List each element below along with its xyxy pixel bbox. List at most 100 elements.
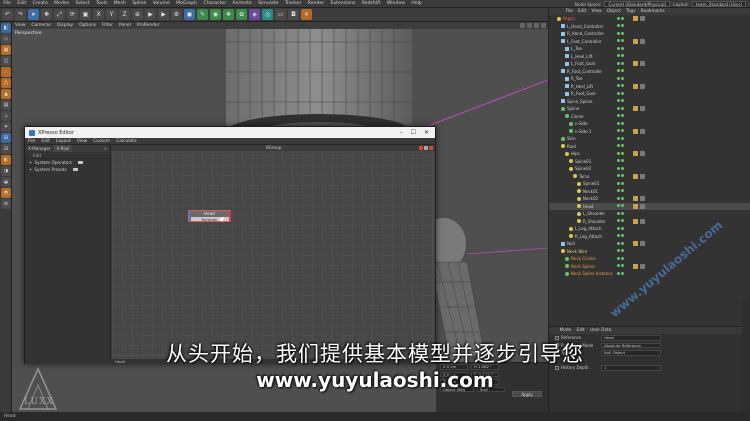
floor-icon[interactable]: ▭ <box>275 9 286 20</box>
pin-group-icon[interactable] <box>424 145 428 150</box>
menu-tools[interactable]: Tools <box>93 1 111 6</box>
menu-edit[interactable]: Edit <box>14 1 29 6</box>
menu-animate[interactable]: Animate <box>229 1 255 6</box>
x-axis-icon[interactable]: X <box>93 9 104 20</box>
menu-extensions[interactable]: Extensions <box>327 1 358 6</box>
object-tags[interactable] <box>633 38 645 44</box>
visibility-dots[interactable] <box>617 204 624 207</box>
object-row[interactable]: Neck01 <box>549 188 750 196</box>
visibility-dots[interactable] <box>617 114 624 117</box>
viewport-menu-display[interactable]: Display <box>54 23 76 28</box>
enable-axis-icon[interactable]: ◓ <box>1 188 11 198</box>
model-mode-icon[interactable]: ◇ <box>1 34 11 44</box>
object-tags[interactable] <box>633 196 645 201</box>
pen-icon[interactable]: ✎ <box>197 9 208 20</box>
search-icon[interactable]: ⌕ <box>104 146 107 152</box>
expand-icon[interactable]: + <box>29 160 33 165</box>
menu-simulate[interactable]: Simulate <box>255 1 282 6</box>
menu-window[interactable]: Window <box>384 1 409 6</box>
object-row[interactable]: Root <box>549 143 750 151</box>
object-row[interactable]: Spine_Spline <box>549 98 750 106</box>
xpresso-menu-custom[interactable]: Custom <box>90 139 113 144</box>
visibility-dots[interactable] <box>617 219 624 222</box>
planar-workplane-icon[interactable]: ◐ <box>1 155 11 165</box>
attribute-menu-user-data[interactable]: User Data <box>587 328 614 333</box>
visibility-dots[interactable] <box>617 241 624 245</box>
menu-spline[interactable]: Spline <box>129 1 150 6</box>
viewport-menu-filter[interactable]: Filter <box>99 23 116 28</box>
menu-file[interactable]: File <box>0 1 14 6</box>
object-row[interactable]: Neck Circles <box>549 255 750 263</box>
object-menu-tags[interactable]: Tags <box>623 9 638 14</box>
object-tags[interactable] <box>633 61 645 66</box>
move-icon[interactable]: ✥ <box>41 9 52 20</box>
xpresso-titlebar[interactable]: XPresso Editor – ☐ ✕ <box>25 127 435 138</box>
object-row[interactable]: Neck Wire <box>549 248 750 256</box>
visibility-dots[interactable] <box>617 174 624 177</box>
object-row[interactable]: L_Hand_Controller <box>549 23 750 31</box>
visibility-dots[interactable] <box>617 249 624 252</box>
object-row[interactable]: Pegas <box>549 15 750 23</box>
scale-icon[interactable]: ⤢ <box>54 9 65 20</box>
object-row[interactable]: R_Leg_Attach <box>549 233 750 241</box>
object-row[interactable]: Spine01 <box>549 180 750 188</box>
visibility-dots[interactable] <box>617 16 624 20</box>
visibility-dots[interactable] <box>617 256 624 260</box>
xpresso-node-graph[interactable]: XGroup Head Rotation <box>112 145 435 364</box>
rotate-icon[interactable]: ⟳ <box>67 9 78 20</box>
recent-tool-icon[interactable]: ▣ <box>80 9 91 20</box>
menu-volume[interactable]: Volume <box>150 1 173 6</box>
visibility-dots[interactable] <box>617 84 624 87</box>
visibility-dots[interactable] <box>617 189 624 192</box>
visibility-dots[interactable] <box>617 211 624 215</box>
pan-icon[interactable] <box>520 23 525 28</box>
tree-item-system-presets[interactable]: + System Presets <box>25 166 110 173</box>
cloner-icon[interactable]: ✿ <box>236 9 247 20</box>
viewport-menu-prorender[interactable]: ProRender <box>134 23 163 28</box>
input-port[interactable] <box>189 211 191 221</box>
render-view-icon[interactable]: ▶ <box>145 9 156 20</box>
stack-icon[interactable]: ≡ <box>1 199 11 209</box>
visibility-dots[interactable] <box>617 76 624 80</box>
object-row[interactable]: R_Hand_Controller <box>549 30 750 38</box>
y-axis-icon[interactable]: Y <box>106 9 117 20</box>
object-row[interactable]: Null <box>549 240 750 248</box>
object-tags[interactable] <box>633 151 645 156</box>
object-row[interactable]: Spine01 <box>549 158 750 166</box>
close-icon[interactable]: ✕ <box>424 129 429 136</box>
uv-mode-icon[interactable]: ▤ <box>1 100 11 110</box>
live-select-icon[interactable]: ➤ <box>28 9 39 20</box>
object-row[interactable]: R_Foot_Goal <box>549 90 750 98</box>
visibility-dots[interactable] <box>617 106 624 110</box>
subdivision-icon[interactable]: ◉ <box>210 9 221 20</box>
visibility-dots[interactable] <box>617 129 624 132</box>
deformer-icon[interactable]: ◈ <box>249 9 260 20</box>
undo-icon[interactable]: ↶ <box>2 9 13 20</box>
menu-redshift[interactable]: Redshift <box>359 1 384 6</box>
visibility-dots[interactable] <box>617 181 624 185</box>
object-tags[interactable] <box>633 263 645 269</box>
object-tags[interactable] <box>633 173 645 179</box>
xpresso-menu-layout[interactable]: Layout <box>53 139 74 144</box>
make-editable-icon[interactable]: ◧ <box>1 23 11 33</box>
visibility-dots[interactable] <box>617 196 624 200</box>
menu-character[interactable]: Character <box>200 1 229 6</box>
menu-modes[interactable]: Modes <box>51 1 72 6</box>
visibility-dots[interactable] <box>617 121 624 125</box>
visibility-dots[interactable] <box>617 264 624 267</box>
visibility-dots[interactable] <box>617 99 624 102</box>
object-row[interactable]: Cloner <box>549 113 750 121</box>
texture-mode-icon[interactable]: ▦ <box>1 45 11 55</box>
object-tags[interactable] <box>633 128 645 134</box>
object-row[interactable]: R_Heel_Lift <box>549 83 750 91</box>
xpresso-editor-window[interactable]: XPresso Editor – ☐ ✕ File Edit Layout View C… <box>24 126 436 364</box>
object-row[interactable]: n-Side.1 <box>549 128 750 136</box>
tree-item-system-operators[interactable]: + System Operators <box>25 159 110 166</box>
redo-icon[interactable]: ↷ <box>15 9 26 20</box>
object-row[interactable]: Hips <box>549 150 750 158</box>
visibility-dots[interactable] <box>617 46 624 50</box>
visibility-dots[interactable] <box>617 69 624 72</box>
viewport-menu-view[interactable]: View <box>12 23 28 28</box>
object-row[interactable]: R_Toe <box>549 75 750 83</box>
menu-help[interactable]: Help <box>408 1 425 6</box>
